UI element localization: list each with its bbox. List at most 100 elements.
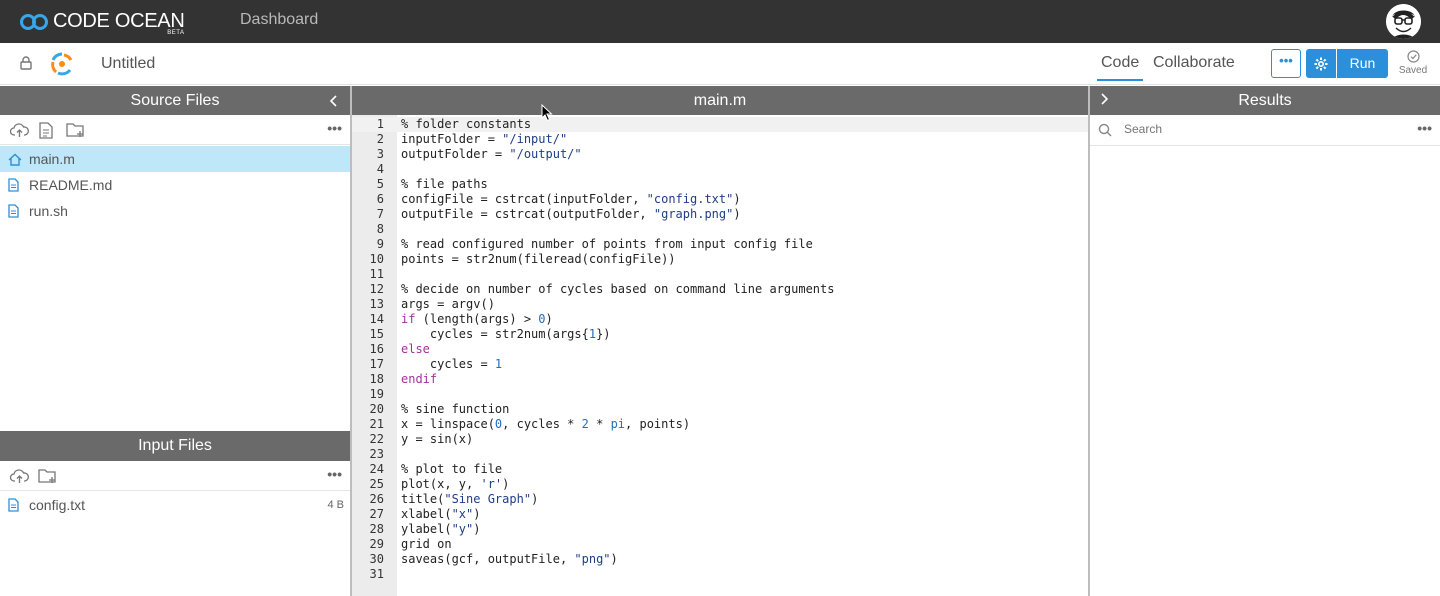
- code-line[interactable]: 1 % folder constants: [352, 117, 1088, 132]
- line-content: title("Sine Graph"): [401, 492, 539, 506]
- file-icon: [8, 178, 22, 192]
- file-row-main-m[interactable]: main.m: [0, 146, 350, 172]
- line-number: 7: [376, 207, 384, 221]
- line-number: 15: [369, 327, 384, 341]
- code-line[interactable]: 15 cycles = str2num(args{1}): [352, 327, 1088, 342]
- code-line[interactable]: 17 cycles = 1: [352, 357, 1088, 372]
- results-search-input[interactable]: [1124, 122, 1384, 136]
- results-menu-dots[interactable]: •••: [1417, 120, 1432, 136]
- code-line[interactable]: 7 outputFile = cstrcat(outputFolder, "gra…: [352, 207, 1088, 222]
- line-number: 30: [369, 552, 384, 566]
- code-line[interactable]: 12 % decide on number of cycles based on …: [352, 282, 1088, 297]
- tab-code[interactable]: Code: [1096, 54, 1144, 81]
- code-line[interactable]: 13 args = argv(): [352, 297, 1088, 312]
- code-line[interactable]: 5 % file paths: [352, 177, 1088, 192]
- code-line[interactable]: 19: [352, 387, 1088, 402]
- line-number: 23: [369, 447, 384, 461]
- line-content: cycles = 1: [401, 357, 503, 371]
- code-line[interactable]: 14 if (length(args) > 0): [352, 312, 1088, 327]
- code-line[interactable]: 16 else: [352, 342, 1088, 357]
- line-content: inputFolder = "/input/": [401, 132, 568, 146]
- file-icon: [8, 204, 22, 218]
- code-line[interactable]: 8: [352, 222, 1088, 237]
- logo-wordmark: CODE OCEAN: [53, 10, 185, 32]
- upload-cloud-icon[interactable]: [9, 122, 29, 143]
- code-line[interactable]: 6 configFile = cstrcat(inputFolder, "conf…: [352, 192, 1088, 207]
- gear-icon: [1314, 57, 1328, 70]
- expand-right-chevron-icon[interactable]: [1100, 86, 1109, 115]
- avatar-face-icon: [1386, 4, 1421, 39]
- code-line[interactable]: 25 plot(x, y, 'r'): [352, 477, 1088, 492]
- collapse-left-chevron-icon[interactable]: [329, 86, 338, 117]
- run-button[interactable]: Run: [1337, 49, 1388, 78]
- mouse-pointer-icon: [541, 104, 553, 122]
- input-files-menu-dots[interactable]: •••: [327, 466, 342, 482]
- lock-icon[interactable]: [20, 56, 32, 75]
- file-row-run-sh[interactable]: run.sh: [0, 198, 350, 224]
- code-line[interactable]: 2 inputFolder = "/input/": [352, 132, 1088, 147]
- code-line[interactable]: 20 % sine function: [352, 402, 1088, 417]
- line-content: grid on: [401, 537, 452, 551]
- input-files-toolbar: •••: [0, 461, 350, 491]
- line-content: plot(x, y, 'r'): [401, 477, 510, 491]
- source-files-menu-dots[interactable]: •••: [327, 120, 342, 136]
- top-navbar: CODE OCEAN BETA Dashboard: [0, 0, 1440, 43]
- line-content: % sine function: [401, 402, 510, 416]
- results-title: Results: [1238, 92, 1292, 109]
- code-line[interactable]: 24 % plot to file: [352, 462, 1088, 477]
- new-file-icon[interactable]: [39, 122, 53, 144]
- home-icon: [8, 153, 22, 166]
- file-row-readme[interactable]: README.md: [0, 172, 350, 198]
- line-content: endif: [401, 372, 438, 386]
- upload-cloud-icon[interactable]: [9, 468, 29, 489]
- new-folder-icon[interactable]: [38, 468, 57, 489]
- file-row-config-txt[interactable]: config.txt 4 B: [0, 492, 350, 518]
- code-line[interactable]: 31: [352, 567, 1088, 582]
- tab-collaborate[interactable]: Collaborate: [1153, 54, 1235, 72]
- user-avatar[interactable]: [1386, 4, 1421, 39]
- left-sidebar: ••• main.m README.md run.sh Input Files …: [0, 115, 350, 596]
- code-line[interactable]: 27 xlabel("x"): [352, 507, 1088, 522]
- code-line[interactable]: 3 outputFolder = "/output/": [352, 147, 1088, 162]
- code-line[interactable]: 22 y = sin(x): [352, 432, 1088, 447]
- new-folder-icon[interactable]: [66, 122, 85, 143]
- file-icon: [8, 498, 22, 512]
- line-content: outputFolder = "/output/": [401, 147, 582, 161]
- code-line[interactable]: 26 title("Sine Graph"): [352, 492, 1088, 507]
- code-line[interactable]: 29 grid on: [352, 537, 1088, 552]
- line-number: 17: [369, 357, 384, 371]
- settings-button[interactable]: [1306, 49, 1336, 78]
- line-content: saveas(gcf, outputFile, "png"): [401, 552, 618, 566]
- more-options-button[interactable]: •••: [1271, 49, 1301, 78]
- code-line[interactable]: 21 x = linspace(0, cycles * 2 * pi, point…: [352, 417, 1088, 432]
- input-files-header: Input Files: [0, 431, 350, 461]
- code-line[interactable]: 9 % read configured number of points from…: [352, 237, 1088, 252]
- dashboard-link[interactable]: Dashboard: [240, 11, 318, 29]
- line-content: % folder constants: [401, 117, 532, 131]
- logo-mark-icon: [20, 13, 50, 31]
- line-number: 31: [369, 567, 384, 581]
- code-line[interactable]: 28 ylabel("y"): [352, 522, 1088, 537]
- line-number: 14: [369, 312, 384, 326]
- save-status: Saved: [1398, 50, 1428, 76]
- file-name: main.m: [29, 151, 75, 167]
- capsule-title[interactable]: Untitled: [101, 55, 155, 73]
- line-content: x = linspace(0, cycles * 2 * pi, points): [401, 417, 691, 431]
- source-files-toolbar: •••: [0, 115, 350, 145]
- line-content: configFile = cstrcat(inputFolder, "confi…: [401, 192, 741, 206]
- line-content: y = sin(x): [401, 432, 474, 446]
- logo-text: CODE OCEAN BETA: [53, 10, 185, 36]
- code-line[interactable]: 11: [352, 267, 1088, 282]
- code-line[interactable]: 4: [352, 162, 1088, 177]
- code-line[interactable]: 18 endif: [352, 372, 1088, 387]
- line-number: 26: [369, 492, 384, 506]
- code-line[interactable]: 23: [352, 447, 1088, 462]
- line-number: 13: [369, 297, 384, 311]
- line-number: 29: [369, 537, 384, 551]
- line-content: % read configured number of points from …: [401, 237, 813, 251]
- line-number: 16: [369, 342, 384, 356]
- code-ocean-logo[interactable]: CODE OCEAN BETA: [20, 10, 185, 36]
- code-line[interactable]: 10 points = str2num(fileread(configFile)): [352, 252, 1088, 267]
- code-line[interactable]: 30 saveas(gcf, outputFile, "png"): [352, 552, 1088, 567]
- line-number: 12: [369, 282, 384, 296]
